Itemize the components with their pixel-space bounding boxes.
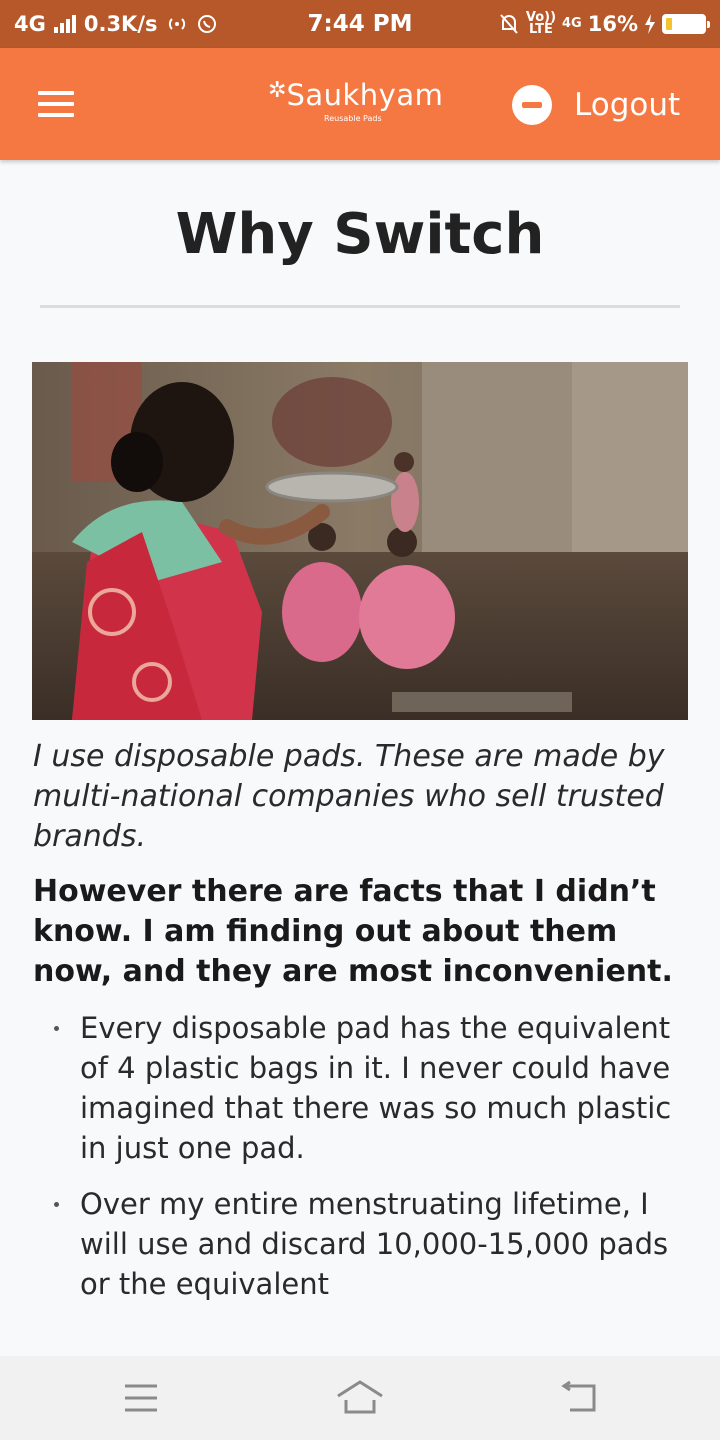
list-item-text: Every disposable pad has the equivalent …	[80, 1011, 672, 1165]
main-content[interactable]: Why Switch I use disposable pads. These …	[0, 160, 720, 1356]
caption-text: I use disposable pads. These are made by…	[33, 739, 665, 854]
brand-logo[interactable]: ✲Saukhyam Reusable Pads	[268, 78, 444, 123]
charging-icon	[645, 14, 655, 34]
clock: 7:44 PM	[307, 11, 413, 37]
bullet-icon	[54, 1026, 59, 1031]
home-icon[interactable]	[336, 1378, 384, 1418]
hero-image	[32, 362, 688, 720]
facts-list: Every disposable pad has the equivalent …	[33, 1008, 693, 1320]
status-left: 4G 0.3K/s	[14, 12, 274, 36]
minus-circle-icon	[512, 85, 552, 125]
app-header: ✲Saukhyam Reusable Pads Logout	[0, 48, 720, 160]
list-item: Over my entire menstruating lifetime, I …	[33, 1184, 693, 1304]
network-type: 4G	[14, 12, 46, 36]
list-item: Every disposable pad has the equivalent …	[33, 1008, 693, 1168]
logout-button[interactable]: Logout	[512, 85, 680, 125]
data-speed: 0.3K/s	[83, 12, 158, 36]
logo-star-icon: ✲	[268, 78, 287, 103]
net2-indicator: 4G	[562, 16, 582, 31]
volte-indicator: Vo)) LTE	[526, 11, 556, 37]
whatsapp-icon	[197, 15, 216, 33]
lead-text: However there are facts that I didn’t kn…	[33, 874, 673, 989]
page-title: Why Switch	[175, 202, 545, 267]
recents-icon[interactable]	[117, 1378, 165, 1418]
title-divider	[40, 305, 680, 308]
battery-percent: 16%	[587, 12, 638, 36]
status-right: Vo)) LTE 4G 16%	[446, 11, 710, 37]
navigation-bar	[0, 1356, 720, 1440]
volte-bottom: LTE	[528, 22, 553, 37]
list-item-text: Over my entire menstruating lifetime, I …	[80, 1187, 669, 1301]
logout-label: Logout	[574, 87, 681, 123]
mute-icon	[500, 14, 518, 34]
status-bar: 4G 0.3K/s 7:44 PM Vo)) LTE 4G 16%	[0, 0, 720, 48]
menu-icon[interactable]	[38, 91, 74, 117]
battery-fill	[666, 18, 672, 30]
back-icon[interactable]	[556, 1378, 604, 1418]
signal-icon	[53, 15, 76, 33]
brand-name: Saukhyam	[286, 78, 444, 112]
bullet-icon	[54, 1202, 59, 1207]
battery-icon	[662, 14, 710, 34]
brand-tagline: Reusable Pads	[324, 114, 382, 123]
hotspot-icon	[168, 18, 185, 30]
